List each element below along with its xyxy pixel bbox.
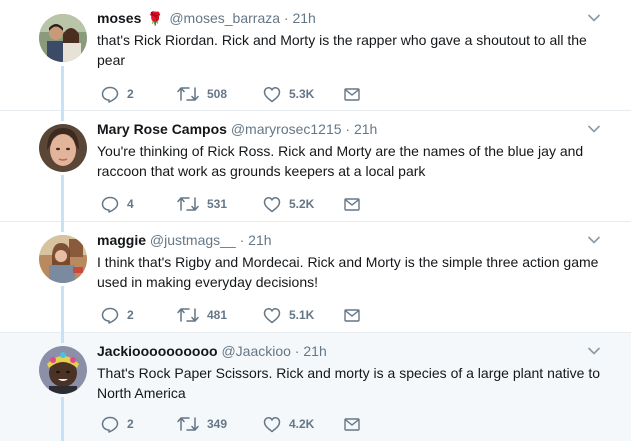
- like-button[interactable]: 5.3K: [263, 84, 314, 104]
- like-count: 5.2K: [289, 197, 315, 211]
- tweet-header: moses 🌹 @moses_barraza · 21h: [97, 9, 316, 28]
- chevron-down-icon[interactable]: [587, 346, 601, 356]
- message-icon: [344, 197, 360, 211]
- retweet-count: 349: [207, 417, 228, 431]
- reply-button[interactable]: 2: [101, 305, 134, 325]
- like-icon: [263, 307, 281, 323]
- avatar[interactable]: [39, 14, 87, 62]
- reply-count: 2: [127, 417, 134, 431]
- separator: ·: [280, 10, 293, 26]
- like-count: 5.3K: [289, 87, 315, 101]
- reply-count: 2: [127, 87, 134, 101]
- direct-message-button[interactable]: [344, 84, 368, 104]
- avatar[interactable]: [39, 124, 87, 172]
- tweet[interactable]: Jackioooooooooo @Jaackioo · 21h That's R…: [0, 333, 631, 441]
- thread-line: [61, 111, 64, 121]
- thread-line: [61, 222, 64, 232]
- tweet-header: Mary Rose Campos @maryrosec1215 · 21h: [97, 120, 377, 139]
- message-icon: [344, 417, 360, 431]
- like-button[interactable]: 5.2K: [263, 194, 314, 214]
- retweet-count: 531: [207, 197, 228, 211]
- retweet-button[interactable]: 508: [177, 84, 227, 104]
- thread-line: [61, 175, 64, 222]
- username[interactable]: @moses_barraza: [169, 10, 280, 26]
- separator: ·: [290, 343, 304, 359]
- reply-count: 2: [127, 308, 134, 322]
- retweet-count: 508: [207, 87, 228, 101]
- chevron-down-icon[interactable]: [587, 235, 601, 245]
- timestamp[interactable]: 21h: [354, 121, 377, 137]
- chevron-down-icon[interactable]: [587, 13, 601, 23]
- avatar[interactable]: [39, 235, 87, 283]
- reply-button[interactable]: 4: [101, 194, 134, 214]
- tweet[interactable]: Mary Rose Campos @maryrosec1215 · 21h Yo…: [0, 111, 631, 222]
- retweet-icon: [177, 308, 199, 322]
- tweet-text: You're thinking of Rick Ross. Rick and M…: [97, 143, 584, 179]
- tweet[interactable]: maggie @justmags__ · 21h I think that's …: [0, 222, 631, 333]
- reply-count: 4: [127, 197, 134, 211]
- retweet-button[interactable]: 531: [177, 194, 227, 214]
- timestamp[interactable]: 21h: [303, 343, 326, 359]
- tweet-header: maggie @justmags__ · 21h: [97, 231, 272, 250]
- thread-line: [61, 66, 64, 111]
- thread-line: [61, 397, 64, 441]
- display-name[interactable]: moses: [97, 10, 141, 26]
- reply-button[interactable]: 2: [101, 414, 134, 434]
- reply-button[interactable]: 2: [101, 84, 134, 104]
- direct-message-button[interactable]: [344, 194, 368, 214]
- tweet[interactable]: moses 🌹 @moses_barraza · 21h that's Rick…: [0, 0, 631, 111]
- retweet-icon: [177, 197, 199, 211]
- username[interactable]: @maryrosec1215: [231, 121, 342, 137]
- reply-icon: [101, 86, 119, 103]
- reply-icon: [101, 307, 119, 324]
- display-name[interactable]: maggie: [97, 232, 146, 248]
- username[interactable]: @justmags__: [150, 232, 236, 248]
- chevron-down-icon[interactable]: [587, 124, 601, 134]
- like-icon: [263, 86, 281, 102]
- retweet-icon: [177, 417, 199, 431]
- message-icon: [344, 308, 360, 322]
- reply-icon: [101, 416, 119, 433]
- message-icon: [344, 87, 360, 101]
- display-name[interactable]: Jackioooooooooo: [97, 343, 218, 359]
- tweet-text: I think that's Rigby and Mordecai. Rick …: [97, 254, 599, 290]
- thread-line: [61, 286, 64, 333]
- tweet-header: Jackioooooooooo @Jaackioo · 21h: [97, 342, 327, 361]
- separator: ·: [341, 121, 354, 137]
- like-button[interactable]: 5.1K: [263, 305, 314, 325]
- direct-message-button[interactable]: [344, 414, 368, 434]
- like-count: 4.2K: [289, 417, 315, 431]
- reply-thread: moses 🌹 @moses_barraza · 21h that's Rick…: [0, 0, 631, 441]
- like-count: 5.1K: [289, 308, 315, 322]
- retweet-button[interactable]: 349: [177, 414, 227, 434]
- retweet-count: 481: [207, 308, 228, 322]
- username[interactable]: @Jaackioo: [221, 343, 290, 359]
- reply-icon: [101, 196, 119, 213]
- display-name[interactable]: Mary Rose Campos: [97, 121, 227, 137]
- tweet-text: That's Rock Paper Scissors. Rick and mor…: [97, 365, 601, 401]
- rose-emoji: 🌹: [147, 11, 164, 26]
- like-icon: [263, 416, 281, 432]
- like-icon: [263, 196, 281, 212]
- direct-message-button[interactable]: [344, 305, 368, 325]
- thread-line: [61, 333, 64, 343]
- retweet-button[interactable]: 481: [177, 305, 227, 325]
- like-button[interactable]: 4.2K: [263, 414, 314, 434]
- timestamp[interactable]: 21h: [292, 10, 315, 26]
- tweet-text: that's Rick Riordan. Rick and Morty is t…: [97, 32, 587, 68]
- retweet-icon: [177, 87, 199, 101]
- timestamp[interactable]: 21h: [248, 232, 271, 248]
- separator: ·: [235, 232, 249, 248]
- avatar[interactable]: [39, 346, 87, 394]
